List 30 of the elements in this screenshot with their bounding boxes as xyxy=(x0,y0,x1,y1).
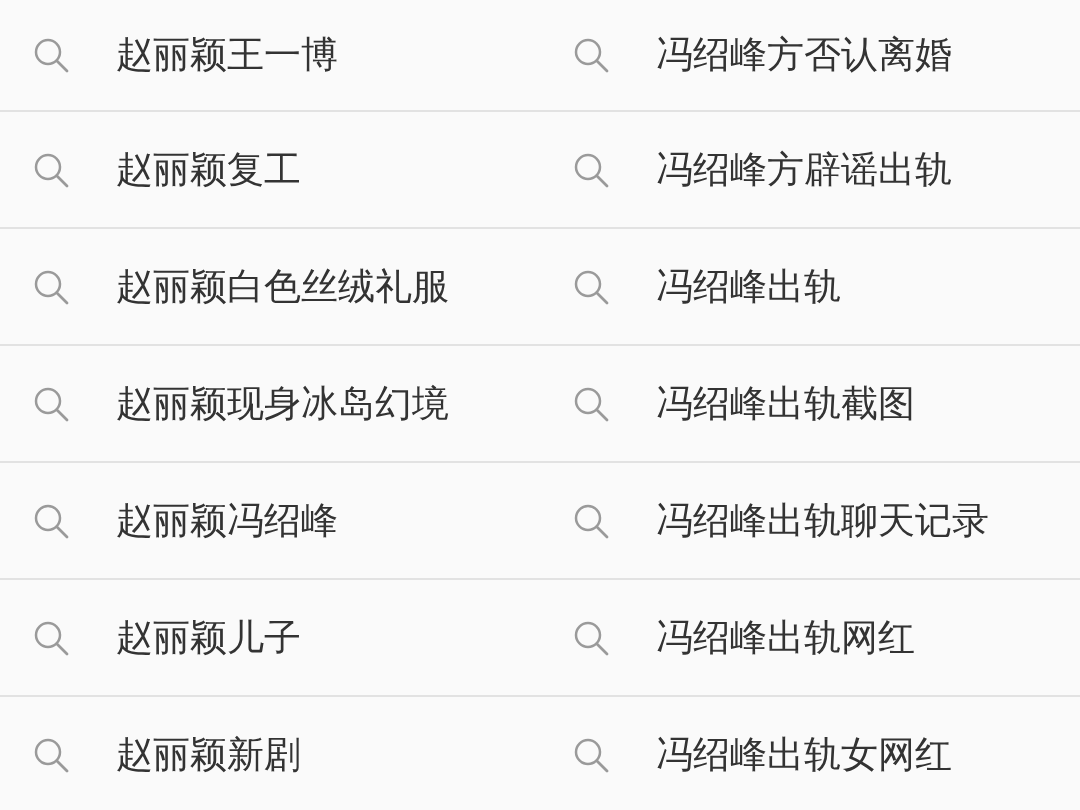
suggestion-text: 冯绍峰出轨 xyxy=(656,263,841,310)
suggestion-item[interactable]: 赵丽颖儿子 xyxy=(0,580,540,697)
suggestion-item[interactable]: 冯绍峰方否认离婚 xyxy=(540,0,1080,112)
suggestion-text: 冯绍峰出轨截图 xyxy=(656,380,915,427)
suggestion-item[interactable]: 冯绍峰方辟谣出轨 xyxy=(540,112,1080,229)
suggestion-item[interactable]: 冯绍峰出轨女网红 xyxy=(540,697,1080,810)
suggestion-text: 赵丽颖现身冰岛幻境 xyxy=(116,380,449,427)
suggestion-text: 冯绍峰方辟谣出轨 xyxy=(656,146,952,193)
suggestion-text: 冯绍峰出轨女网红 xyxy=(656,731,952,778)
suggestion-item[interactable]: 冯绍峰出轨截图 xyxy=(540,346,1080,463)
suggestion-text: 赵丽颖冯绍峰 xyxy=(116,497,338,544)
suggestion-item[interactable]: 赵丽颖新剧 xyxy=(0,697,540,810)
suggestion-item[interactable]: 赵丽颖冯绍峰 xyxy=(0,463,540,580)
suggestion-text: 冯绍峰出轨聊天记录 xyxy=(656,497,989,544)
suggestion-text: 赵丽颖新剧 xyxy=(116,731,301,778)
search-icon xyxy=(572,36,610,74)
suggestion-text: 赵丽颖白色丝绒礼服 xyxy=(116,263,449,310)
search-icon xyxy=(32,36,70,74)
suggestion-item[interactable]: 冯绍峰出轨聊天记录 xyxy=(540,463,1080,580)
suggestion-text: 赵丽颖儿子 xyxy=(116,614,301,661)
suggestion-item[interactable]: 冯绍峰出轨 xyxy=(540,229,1080,346)
suggestion-item[interactable]: 赵丽颖复工 xyxy=(0,112,540,229)
suggestion-item[interactable]: 赵丽颖王一博 xyxy=(0,0,540,112)
suggestion-text: 冯绍峰出轨网红 xyxy=(656,614,915,661)
suggestion-text: 冯绍峰方否认离婚 xyxy=(656,32,952,78)
suggestion-item[interactable]: 赵丽颖现身冰岛幻境 xyxy=(0,346,540,463)
suggestion-item[interactable]: 冯绍峰出轨网红 xyxy=(540,580,1080,697)
suggestion-text: 赵丽颖王一博 xyxy=(116,32,338,78)
suggestion-item[interactable]: 赵丽颖白色丝绒礼服 xyxy=(0,229,540,346)
suggestion-text: 赵丽颖复工 xyxy=(116,146,301,193)
